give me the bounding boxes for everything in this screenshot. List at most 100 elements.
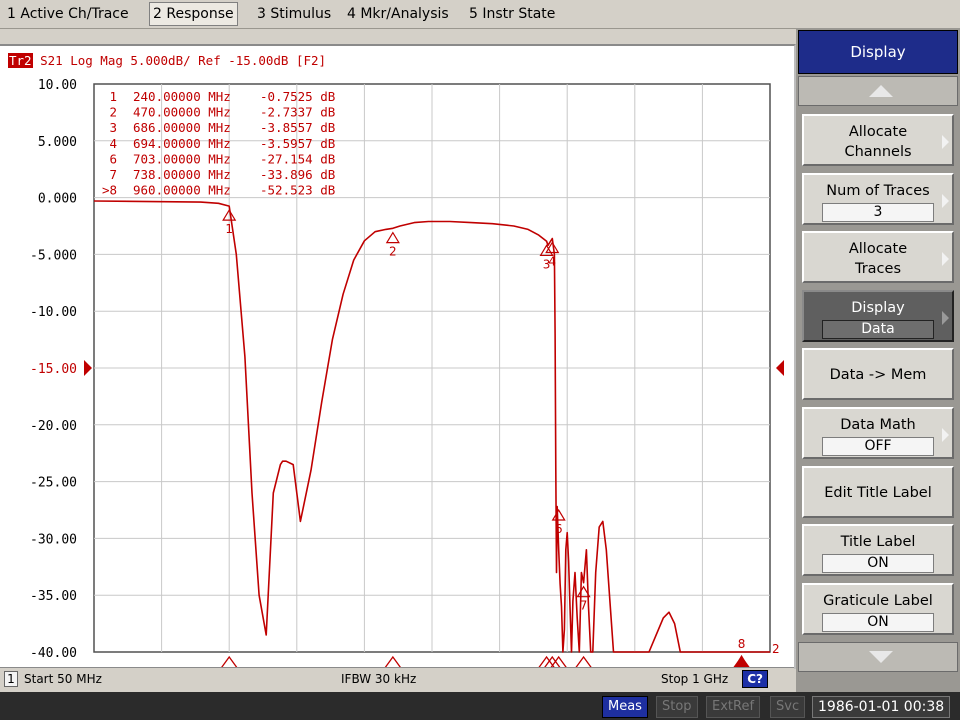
- marker-frequency: 470.00000 MHz: [133, 105, 231, 120]
- date-time: 1986-01-01 00:38: [812, 696, 951, 718]
- ref-level-right-arrow-icon: [776, 360, 784, 376]
- submenu-arrow-icon: [942, 135, 949, 149]
- allocate-channels-button[interactable]: Allocate Channels: [802, 114, 954, 166]
- title-label-button[interactable]: Title Label ON: [802, 524, 954, 576]
- display-mode-value: Data: [822, 320, 934, 339]
- channel-status-bar: 1 Start 50 MHz IFBW 30 kHz Stop 1 GHz C?: [0, 667, 794, 692]
- num-of-traces-button[interactable]: Num of Traces 3: [802, 173, 954, 225]
- softkey-label-2: Traces: [854, 261, 902, 277]
- trace-header[interactable]: Tr2 S21 Log Mag 5.000dB/ Ref -15.00dB [F…: [8, 53, 326, 68]
- edit-title-label-button[interactable]: Edit Title Label: [802, 466, 954, 518]
- data-math-button[interactable]: Data Math OFF: [802, 407, 954, 459]
- marker-table-row: 2 470.00000 MHz -2.7337 dB: [109, 105, 335, 120]
- marker-id: 4: [109, 136, 117, 151]
- marker-label: 2: [389, 245, 397, 259]
- softkey-scroll-down[interactable]: [798, 642, 958, 672]
- submenu-arrow-icon: [942, 428, 949, 442]
- y-tick-label: 5.000: [38, 135, 77, 150]
- marker-value: -3.5957 dB: [260, 136, 335, 151]
- menu-response[interactable]: 2 Response: [149, 2, 238, 26]
- menu-bar: 1 Active Ch/Trace 2 Response 3 Stimulus …: [0, 0, 960, 29]
- marker-table-row: 4 694.00000 MHz -3.5957 dB: [109, 136, 335, 151]
- num-of-traces-value: 3: [822, 203, 934, 222]
- menu-stimulus[interactable]: 3 Stimulus: [254, 4, 334, 24]
- marker-id: >8: [102, 183, 117, 198]
- marker-value: -27.154 dB: [260, 151, 335, 166]
- marker-label: 8: [738, 637, 746, 651]
- start-frequency[interactable]: Start 50 MHz: [24, 672, 102, 686]
- menu-active-ch-trace[interactable]: 1 Active Ch/Trace: [4, 4, 132, 24]
- marker-label: 1: [225, 222, 233, 236]
- channel-number[interactable]: 1: [4, 671, 18, 687]
- marker-value: -33.896 dB: [260, 167, 335, 182]
- softkey-scroll-up[interactable]: [798, 76, 958, 106]
- submenu-arrow-icon: [942, 252, 949, 266]
- marker-table-row: 6 703.00000 MHz -27.154 dB: [109, 151, 335, 166]
- graticule-label-button[interactable]: Graticule Label ON: [802, 583, 954, 635]
- channel-ref-label: 2: [772, 642, 780, 656]
- marker-id: 2: [109, 105, 117, 120]
- softkey-label: Num of Traces: [826, 183, 930, 199]
- title-label-value: ON: [822, 554, 934, 573]
- y-axis-ticks: 10.00 5.000 0.000 -5.000 -10.00 -15.00 -20.00 -…: [30, 78, 77, 661]
- softkey-menu-title: Display: [798, 30, 958, 74]
- marker-value: -0.7525 dB: [260, 89, 335, 104]
- marker-value: -52.523 dB: [260, 183, 335, 198]
- marker-value: -2.7337 dB: [260, 105, 335, 120]
- marker-id: 7: [109, 167, 117, 182]
- ref-level-left-arrow-icon: [84, 360, 92, 376]
- marker-table: 1 240.00000 MHz -0.7525 dB 2 470.00000 MHz -2…: [102, 89, 335, 198]
- softkey-label: Display: [851, 300, 905, 316]
- marker-frequency: 703.00000 MHz: [133, 151, 231, 166]
- y-tick-label: -5.000: [30, 248, 77, 263]
- ifbw-value[interactable]: IFBW 30 kHz: [341, 672, 416, 686]
- y-tick-label: -35.00: [30, 589, 77, 604]
- marker-table-row: 7 738.00000 MHz -33.896 dB: [109, 167, 335, 182]
- marker-id: 6: [109, 151, 117, 166]
- y-tick-label: 0.000: [38, 192, 77, 207]
- extref-indicator: ExtRef: [706, 696, 761, 718]
- trace-plot[interactable]: 10.00 5.000 0.000 -5.000 -10.00 -15.00 -20.00 -…: [0, 46, 794, 669]
- y-tick-label: 10.00: [38, 78, 77, 93]
- y-tick-label: -40.00: [30, 646, 77, 661]
- softkey-label: Data -> Mem: [829, 367, 927, 383]
- marker-frequency: 738.00000 MHz: [133, 167, 231, 182]
- marker-label: 7: [580, 599, 588, 613]
- marker-value: -3.8557 dB: [260, 120, 335, 135]
- softkey-label: Graticule Label: [823, 593, 933, 609]
- allocate-traces-button[interactable]: Allocate Traces: [802, 231, 954, 283]
- marker-id: 1: [109, 89, 117, 104]
- marker-table-row: 1 240.00000 MHz -0.7525 dB: [109, 89, 335, 104]
- submenu-arrow-icon: [942, 311, 949, 325]
- y-tick-label: -15.00: [30, 362, 77, 377]
- data-to-mem-button[interactable]: Data -> Mem: [802, 348, 954, 400]
- meas-indicator: Meas: [602, 696, 648, 718]
- trace-tag[interactable]: Tr2: [8, 53, 33, 68]
- stop-frequency[interactable]: Stop 1 GHz: [661, 672, 728, 686]
- display-data-button[interactable]: Display Data: [802, 290, 954, 342]
- trace-header-text: S21 Log Mag 5.000dB/ Ref -15.00dB [F2]: [32, 53, 327, 68]
- softkey-panel: Display Allocate Channels Num of Traces …: [796, 28, 960, 692]
- softkey-label: Allocate: [848, 241, 908, 257]
- marker-frequency: 960.00000 MHz: [133, 183, 231, 198]
- svc-indicator: Svc: [770, 696, 806, 718]
- graticule-label-value: ON: [822, 613, 934, 632]
- softkey-label: Edit Title Label: [824, 485, 932, 501]
- up-arrow-icon: [869, 85, 893, 97]
- submenu-arrow-icon: [942, 194, 949, 208]
- trace-plot-panel[interactable]: 10.00 5.000 0.000 -5.000 -10.00 -15.00 -20.00 -…: [0, 44, 796, 669]
- marker-id: 3: [109, 120, 117, 135]
- instrument-status-bar: Meas Stop ExtRef Svc 1986-01-01 00:38: [0, 692, 960, 720]
- marker-label: 4: [548, 254, 556, 268]
- softkey-label-2: Channels: [844, 144, 912, 160]
- marker-table-row: 3 686.00000 MHz -3.8557 dB: [109, 120, 335, 135]
- menu-instr-state[interactable]: 5 Instr State: [466, 4, 558, 24]
- marker-frequency: 240.00000 MHz: [133, 89, 231, 104]
- softkey-label: Title Label: [840, 534, 916, 550]
- menu-mkr-analysis[interactable]: 4 Mkr/Analysis: [344, 4, 452, 24]
- marker-frequency: 686.00000 MHz: [133, 120, 231, 135]
- softkey-label: Allocate: [848, 124, 908, 140]
- down-arrow-icon: [869, 651, 893, 663]
- y-tick-label: -20.00: [30, 419, 77, 434]
- softkey-label: Data Math: [840, 417, 916, 433]
